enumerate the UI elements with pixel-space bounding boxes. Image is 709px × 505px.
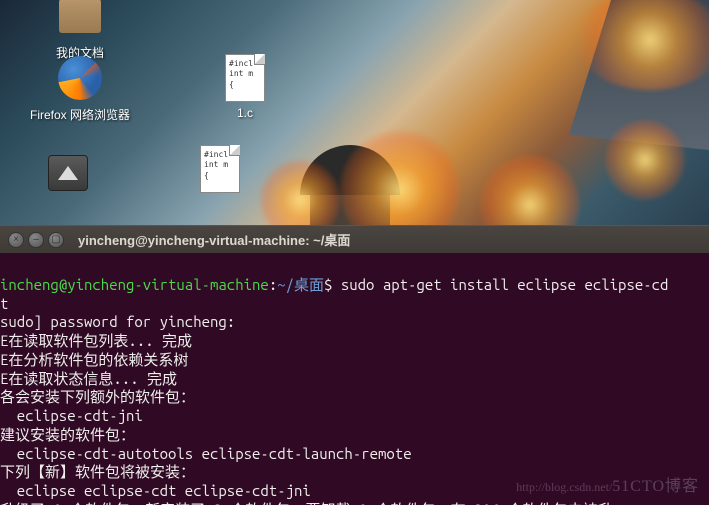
terminal-prompt-path: ~/桌面 [277,276,324,293]
terminal-prompt-user: incheng@yincheng-virtual-machine [0,276,269,293]
terminal-line: sudo] password for yincheng: [0,313,709,332]
desktop-icon-cfile-2[interactable]: #incl int m { [170,145,270,197]
terminal-line: E在读取软件包列表... 完成 [0,332,709,351]
terminal-prompt-line: incheng@yincheng-virtual-machine:~/桌面$ s… [0,276,709,295]
terminal-body[interactable]: incheng@yincheng-virtual-machine:~/桌面$ s… [0,253,709,505]
desktop-icon-my-documents[interactable]: 我的文档 [30,0,130,61]
terminal-line: 各会安装下列额外的软件包： [0,388,709,407]
desktop-icon-firefox[interactable]: Firefox 网络浏览器 [30,54,130,123]
desktop-wallpaper: 我的文档 Firefox 网络浏览器 #incl int m { 1.c #in… [0,0,709,225]
wallpaper-glow [605,120,685,200]
textfile-icon: #incl int m { [200,145,240,193]
launcher-trash-icon[interactable] [48,155,88,191]
textfile-icon: #incl int m { [225,54,265,102]
firefox-icon [58,56,102,100]
window-maximize-button[interactable]: ▢ [48,232,64,248]
terminal-line: t [0,295,709,314]
terminal-line: 升级了 0 个软件包，新安装了 3 个软件包，要卸载 0 个软件包，有 206 … [0,501,709,505]
desktop-icon-label: Firefox 网络浏览器 [30,106,130,123]
wallpaper-glow [480,155,580,225]
terminal-line: eclipse-cdt-jni [0,407,709,426]
terminal-command: sudo apt-get install eclipse eclipse-cd [341,276,669,293]
terminal-line: E在分析软件包的依赖关系树 [0,351,709,370]
terminal-line: E在读取状态信息... 完成 [0,370,709,389]
folder-icon [59,0,101,33]
desktop-icon-cfile[interactable]: #incl int m { 1.c [195,54,295,120]
window-close-button[interactable]: × [8,232,24,248]
terminal-titlebar[interactable]: × – ▢ yincheng@yincheng-virtual-machine:… [0,225,709,253]
watermark: http://blog.csdn.net/51CTO博客 [516,477,699,497]
window-minimize-button[interactable]: – [28,232,44,248]
terminal-title: yincheng@yincheng-virtual-machine: ~/桌面 [78,230,350,249]
terminal-line: 建议安装的软件包： [0,426,709,445]
terminal-line: eclipse-cdt-autotools eclipse-cdt-launch… [0,445,709,464]
desktop-icon-label: 1.c [195,106,295,120]
